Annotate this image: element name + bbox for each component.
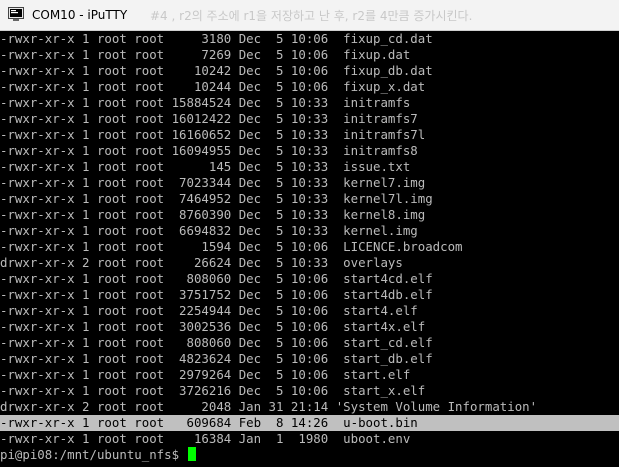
terminal-line: -rwxr-xr-x 1 root root 808060 Dec 5 10:0… [0,335,433,350]
terminal-line-selected: -rwxr-xr-x 1 root root 609684 Feb 8 14:2… [0,415,619,431]
terminal-screen[interactable]: -rwxr-xr-x 1 root root 3180 Dec 5 10:06 … [0,31,619,467]
terminal-line: -rwxr-xr-x 1 root root 3751752 Dec 5 10:… [0,287,433,302]
terminal-line: -rwxr-xr-x 1 root root 3726216 Dec 5 10:… [0,383,426,398]
terminal-line: drwxr-xr-x 2 root root 26624 Dec 5 10:33… [0,255,403,270]
terminal-line: -rwxr-xr-x 1 root root 6694832 Dec 5 10:… [0,223,418,238]
terminal-line: -rwxr-xr-x 1 root root 7464952 Dec 5 10:… [0,191,433,206]
text-cursor [187,447,196,461]
terminal-line: -rwxr-xr-x 1 root root 2254944 Dec 5 10:… [0,303,418,318]
terminal-line: -rwxr-xr-x 1 root root 145 Dec 5 10:33 i… [0,159,411,174]
terminal-line: -rwxr-xr-x 1 root root 2979264 Dec 5 10:… [0,367,411,382]
terminal-line: -rwxr-xr-x 1 root root 8760390 Dec 5 10:… [0,207,426,222]
shell-prompt: pi@pi08:/mnt/ubuntu_nfs$ [0,447,187,462]
terminal-line: -rwxr-xr-x 1 root root 10244 Dec 5 10:06… [0,79,426,94]
terminal-line: -rwxr-xr-x 1 root root 1594 Dec 5 10:06 … [0,239,463,254]
terminal-line: -rwxr-xr-x 1 root root 7269 Dec 5 10:06 … [0,47,411,62]
terminal-line: -rwxr-xr-x 1 root root 16384 Jan 1 1980 … [0,431,411,446]
terminal-line: -rwxr-xr-x 1 root root 16094955 Dec 5 10… [0,143,418,158]
terminal-line: -rwxr-xr-x 1 root root 10242 Dec 5 10:06… [0,63,433,78]
putty-window: #4 , r2의 주소에 r1을 저장하고 난 후, r2를 4만큼 증가시킨다… [0,0,619,467]
background-window-text: #4 , r2의 주소에 r1을 저장하고 난 후, r2를 4만큼 증가시킨다… [150,9,473,23]
terminal-app-icon [8,7,24,21]
terminal-line: -rwxr-xr-x 1 root root 16012422 Dec 5 10… [0,111,418,126]
window-title: COM10 - iPuTTY [32,8,128,22]
terminal-line: -rwxr-xr-x 1 root root 16160652 Dec 5 10… [0,127,426,142]
terminal-line: drwxr-xr-x 2 root root 2048 Jan 31 21:14… [0,399,538,414]
terminal-line: -rwxr-xr-x 1 root root 7023344 Dec 5 10:… [0,175,426,190]
terminal-line: -rwxr-xr-x 1 root root 4823624 Dec 5 10:… [0,351,433,366]
terminal-line: -rwxr-xr-x 1 root root 15884524 Dec 5 10… [0,95,411,110]
terminal-line: -rwxr-xr-x 1 root root 808060 Dec 5 10:0… [0,271,433,286]
terminal-line: -rwxr-xr-x 1 root root 3180 Dec 5 10:06 … [0,31,433,46]
title-bar[interactable]: #4 , r2의 주소에 r1을 저장하고 난 후, r2를 4만큼 증가시킨다… [0,0,619,31]
shell-prompt-line[interactable]: pi@pi08:/mnt/ubuntu_nfs$ [0,447,196,463]
terminal-line: -rwxr-xr-x 1 root root 3002536 Dec 5 10:… [0,319,426,334]
